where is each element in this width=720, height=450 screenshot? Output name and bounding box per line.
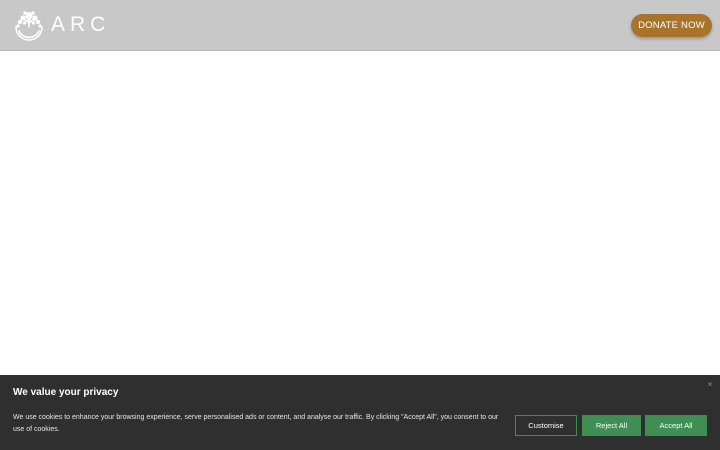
site-header: ARC DONATE NOW: [0, 0, 720, 51]
customise-button[interactable]: Customise: [515, 415, 577, 436]
site-logo[interactable]: ARC: [12, 8, 110, 42]
reject-all-button[interactable]: Reject All: [582, 415, 641, 436]
close-icon[interactable]: ×: [704, 379, 716, 391]
main-content: [0, 52, 720, 375]
cookie-description: We use cookies to enhance your browsing …: [13, 414, 499, 433]
accept-all-button[interactable]: Accept All: [645, 415, 707, 436]
arc-tree-logo-icon: [12, 8, 46, 42]
cookie-title: We value your privacy: [13, 387, 119, 398]
cookie-consent-banner: We value your privacy × We use cookies t…: [0, 375, 720, 450]
logo-text: ARC: [51, 13, 111, 36]
donate-now-button[interactable]: DONATE NOW: [631, 14, 712, 37]
